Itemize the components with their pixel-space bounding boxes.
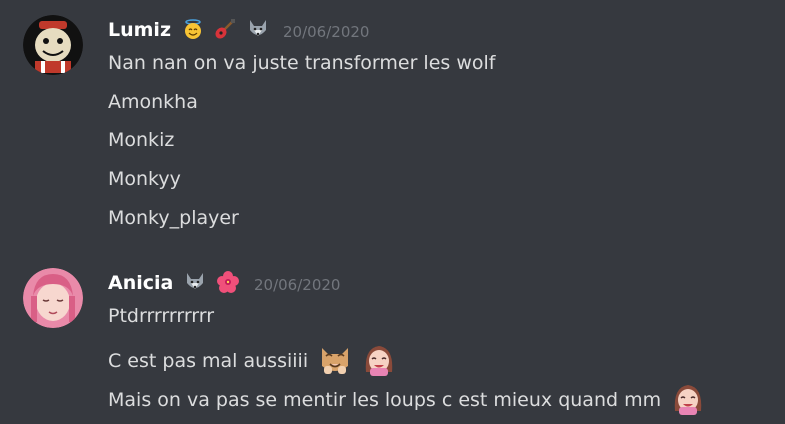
- author-name[interactable]: Anicia: [108, 271, 239, 294]
- author-name-text: Anicia: [108, 272, 174, 294]
- cat-emoji-icon: [318, 342, 352, 376]
- avatar[interactable]: [23, 15, 83, 75]
- hibiscus-icon: [216, 271, 239, 293]
- wolf-icon: [247, 18, 269, 40]
- guitar-icon: [214, 18, 236, 40]
- message-text: Mais on va pas se mentir les loups c est…: [108, 389, 662, 411]
- message-text: Nan nan on va juste transformer les wolf: [108, 52, 496, 74]
- message-timestamp: 20/06/2020: [254, 276, 341, 294]
- author-name-text: Lumiz: [108, 19, 172, 41]
- message-text: Monky_player: [108, 207, 239, 229]
- message-timestamp: 20/06/2020: [283, 23, 370, 41]
- laughing-girl-emoji-icon: [671, 381, 705, 415]
- message-text: Amonkha: [108, 91, 198, 113]
- message-line: C est pas mal aussiiii: [108, 342, 396, 376]
- message-text: Monkyy: [108, 168, 181, 190]
- message-line: Mais on va pas se mentir les loups c est…: [108, 381, 705, 415]
- wolf-icon: [184, 271, 206, 293]
- author-name[interactable]: Lumiz: [108, 18, 269, 41]
- message-text: Ptdrrrrrrrrrr: [108, 305, 215, 327]
- message-text: Monkiz: [108, 129, 175, 151]
- avatar[interactable]: [23, 268, 83, 328]
- message-text: C est pas mal aussiiii: [108, 350, 309, 372]
- laughing-girl-emoji-icon: [362, 342, 396, 376]
- smiling-halo-icon: [182, 18, 204, 40]
